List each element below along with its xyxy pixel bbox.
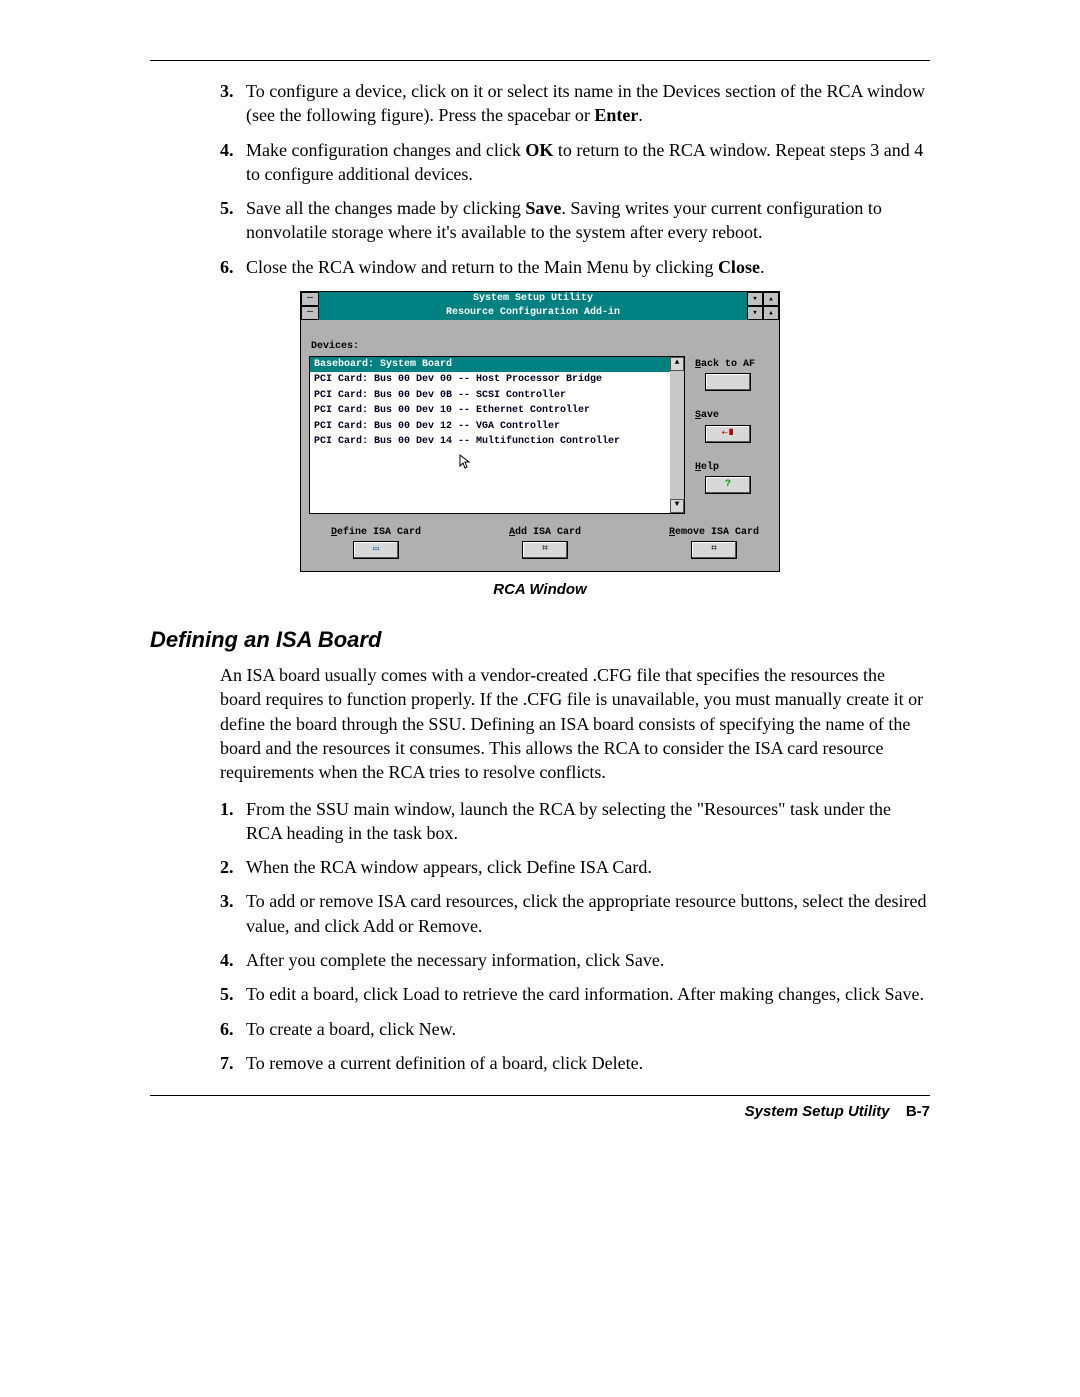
step-number: 5. xyxy=(220,982,246,1006)
help-button[interactable]: ? xyxy=(705,476,751,494)
section-paragraph: An ISA board usually comes with a vendor… xyxy=(220,663,930,784)
save-label: Save xyxy=(695,409,771,423)
rca-window-figure: — System Setup Utility ▾ ▴ — Resource Co… xyxy=(300,291,780,572)
device-list-item[interactable]: PCI Card: Bus 00 Dev 10 -- Ethernet Cont… xyxy=(310,403,670,419)
step-text: Save all the changes made by clicking Sa… xyxy=(246,196,930,245)
step-item: 5.Save all the changes made by clicking … xyxy=(220,196,930,245)
step-item: 4.After you complete the necessary infor… xyxy=(220,948,930,972)
step-number: 2. xyxy=(220,855,246,879)
device-list-item[interactable]: PCI Card: Bus 00 Dev 14 -- Multifunction… xyxy=(310,434,670,450)
save-button[interactable]: ⇠∎ xyxy=(705,425,751,443)
device-list-item[interactable]: Baseboard: System Board xyxy=(310,357,670,373)
minimize-icon[interactable]: ▾ xyxy=(747,292,763,306)
step-item: 6.To create a board, click New. xyxy=(220,1017,930,1041)
step-text: To remove a current definition of a boar… xyxy=(246,1051,930,1075)
listbox-scrollbar[interactable]: ▲ ▼ xyxy=(670,357,684,513)
define-isa-label: Define ISA Card xyxy=(331,526,421,540)
scroll-up-icon[interactable]: ▲ xyxy=(670,357,684,371)
device-list-item[interactable]: PCI Card: Bus 00 Dev 00 -- Host Processo… xyxy=(310,372,670,388)
system-menu-icon[interactable]: — xyxy=(301,292,319,306)
bottom-rule xyxy=(150,1095,930,1096)
step-number: 5. xyxy=(220,196,246,245)
define-isa-button[interactable]: ▭ xyxy=(353,541,399,559)
remove-isa-label: Remove ISA Card xyxy=(669,526,759,540)
steps-list-a: 3.To configure a device, click on it or … xyxy=(220,79,930,279)
inner-window-title: Resource Configuration Add-in xyxy=(319,306,747,320)
step-text: After you complete the necessary informa… xyxy=(246,948,930,972)
step-item: 2.When the RCA window appears, click Def… xyxy=(220,855,930,879)
devices-listbox[interactable]: Baseboard: System BoardPCI Card: Bus 00 … xyxy=(309,356,685,514)
step-text: When the RCA window appears, click Defin… xyxy=(246,855,930,879)
step-text: To add or remove ISA card resources, cli… xyxy=(246,889,930,938)
footer-title: System Setup Utility xyxy=(745,1103,890,1120)
inner-system-menu-icon[interactable]: — xyxy=(301,306,319,320)
step-text: Close the RCA window and return to the M… xyxy=(246,255,930,279)
step-item: 4.Make configuration changes and click O… xyxy=(220,138,930,187)
step-item: 7.To remove a current definition of a bo… xyxy=(220,1051,930,1075)
step-number: 3. xyxy=(220,889,246,938)
step-number: 6. xyxy=(220,255,246,279)
step-number: 6. xyxy=(220,1017,246,1041)
steps-list-b: 1.From the SSU main window, launch the R… xyxy=(220,797,930,1076)
step-number: 4. xyxy=(220,138,246,187)
device-list-item[interactable]: PCI Card: Bus 00 Dev 0B -- SCSI Controll… xyxy=(310,388,670,404)
step-text: To edit a board, click Load to retrieve … xyxy=(246,982,930,1006)
devices-label: Devices: xyxy=(311,340,771,354)
outer-window-title: System Setup Utility xyxy=(319,292,747,306)
maximize-icon[interactable]: ▴ xyxy=(763,292,779,306)
step-item: 6.Close the RCA window and return to the… xyxy=(220,255,930,279)
page-footer: System Setup Utility B-7 xyxy=(150,1102,930,1122)
help-label: Help xyxy=(695,461,771,475)
remove-isa-button[interactable]: ⌗ xyxy=(691,541,737,559)
device-list-item[interactable]: PCI Card: Bus 00 Dev 12 -- VGA Controlle… xyxy=(310,419,670,435)
step-number: 4. xyxy=(220,948,246,972)
step-number: 1. xyxy=(220,797,246,846)
section-heading: Defining an ISA Board xyxy=(150,625,930,655)
step-text: From the SSU main window, launch the RCA… xyxy=(246,797,930,846)
inner-maximize-icon[interactable]: ▴ xyxy=(763,306,779,320)
step-number: 3. xyxy=(220,79,246,128)
scroll-down-icon[interactable]: ▼ xyxy=(670,499,684,513)
step-item: 3.To configure a device, click on it or … xyxy=(220,79,930,128)
back-to-af-button[interactable] xyxy=(705,373,751,391)
inner-titlebar: — Resource Configuration Add-in ▾ ▴ xyxy=(301,306,779,320)
footer-page-number: B-7 xyxy=(906,1103,930,1120)
step-item: 3.To add or remove ISA card resources, c… xyxy=(220,889,930,938)
step-text: Make configuration changes and click OK … xyxy=(246,138,930,187)
step-text: To create a board, click New. xyxy=(246,1017,930,1041)
figure-caption: RCA Window xyxy=(150,580,930,600)
top-rule xyxy=(150,60,930,61)
add-isa-label: Add ISA Card xyxy=(509,526,581,540)
step-number: 7. xyxy=(220,1051,246,1075)
outer-titlebar: — System Setup Utility ▾ ▴ xyxy=(301,292,779,306)
back-to-af-label: Back to AF xyxy=(695,358,771,372)
step-item: 1.From the SSU main window, launch the R… xyxy=(220,797,930,846)
step-item: 5.To edit a board, click Load to retriev… xyxy=(220,982,930,1006)
step-text: To configure a device, click on it or se… xyxy=(246,79,930,128)
add-isa-button[interactable]: ⌗ xyxy=(522,541,568,559)
inner-minimize-icon[interactable]: ▾ xyxy=(747,306,763,320)
